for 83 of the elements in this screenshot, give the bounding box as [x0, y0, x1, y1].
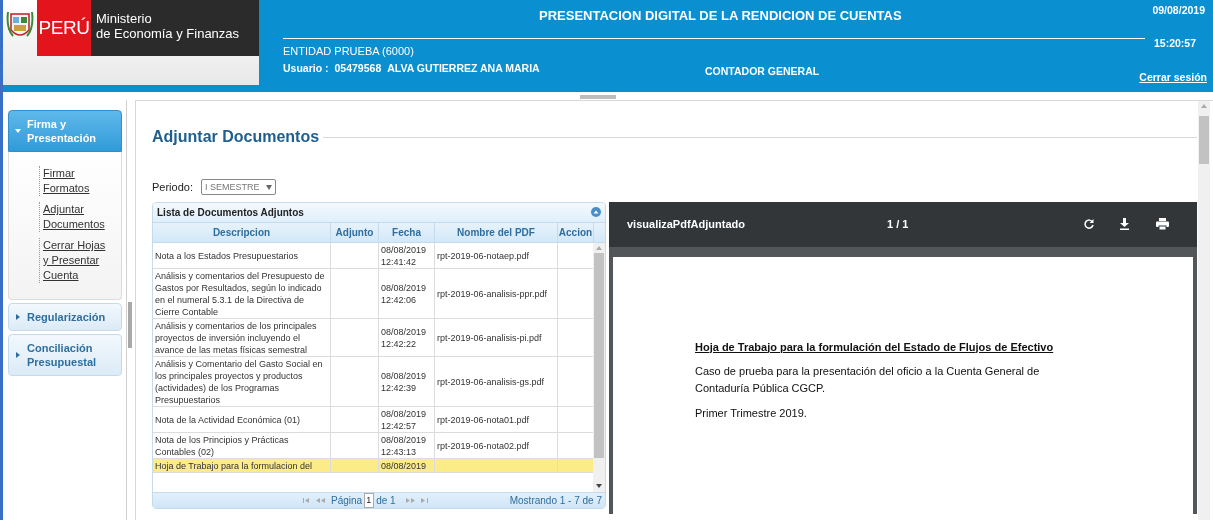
menu-section-header[interactable]: Regularización — [8, 303, 122, 331]
scroll-down-icon[interactable] — [596, 483, 602, 488]
scrollbar-thumb[interactable] — [1199, 116, 1209, 164]
splitter-handle[interactable] — [128, 302, 132, 348]
table-row[interactable]: Hoja de Trabajo para la formulacion del 08/08/2019 — [153, 459, 594, 474]
table-cell: rpt-2019-06-analisis-gs.pdf — [437, 375, 545, 388]
menu-link[interactable]: Adjuntar Documentos — [39, 202, 111, 232]
scroll-up-icon[interactable] — [596, 246, 602, 251]
last-page-icon[interactable] — [420, 497, 428, 503]
page-title: Adjuntar Documentos — [152, 127, 320, 147]
table-cell-text: 08/08/2019 12:43:13 — [381, 433, 428, 458]
print-icon[interactable] — [1156, 218, 1169, 230]
table-cell-text: Análisis y comentarios del Presupuesto de Gastos por Resultados, según lo indicado en el numeral 5.3.1 de la Directiva de Cierre Contable — [155, 269, 326, 318]
table-cell: rpt-2019-06-notaep.pdf — [437, 249, 530, 262]
table-row[interactable]: Análisis y comentarios de los principales proyectos de inversión incluyendo el avance de las metas físicas semestral 08/08/2019 12:42:22 rpt-2019-06-analisis-pi.pdf — [153, 319, 594, 358]
ministry-name: Ministerio — [96, 11, 152, 26]
table-cell: 08/08/2019 — [381, 459, 427, 472]
column-header[interactable]: Fecha — [379, 223, 435, 243]
grid-caption: Lista de Documentos Adjuntos — [157, 205, 304, 220]
scrollbar[interactable] — [593, 243, 605, 492]
caret-down-icon — [266, 184, 272, 190]
download-icon[interactable] — [1119, 218, 1130, 230]
document-heading: Hoja de Trabajo para la formulación del Estado de Flujos de Efectivo — [695, 339, 1054, 355]
table-cell-text: 08/08/2019 12:42:06 — [381, 281, 428, 306]
table-cell: rpt-2019-06-analisis-pi.pdf — [437, 331, 542, 344]
table-cell-text: 08/08/2019 12:42:39 — [381, 369, 428, 394]
column-header[interactable]: Nombre del PDF — [435, 223, 558, 243]
table-cell: Hoja de Trabajo para la formulacion del — [155, 459, 313, 472]
menu-section-header[interactable]: Conciliación Presupuestal — [8, 334, 122, 376]
table-cell: rpt-2019-06-nota02.pdf — [437, 439, 530, 452]
table-cell-text: 08/08/2019 12:42:22 — [381, 325, 428, 350]
table-cell-text: Análisis y Comentario del Gasto Social en los principales proyectos y productos (actividades) de los Programas Presupuestarios — [155, 357, 324, 406]
user-role: CONTADOR GENERAL — [705, 64, 820, 79]
page-input[interactable]: 1 — [364, 492, 375, 508]
menu-link[interactable]: Cerrar Hojas y Presentar Cuenta — [39, 238, 111, 283]
table-cell-text: 08/08/2019 12:41:42 — [381, 243, 428, 268]
next-page-icon[interactable] — [405, 497, 415, 503]
logout-link[interactable]: Cerrar sesión — [1139, 70, 1207, 86]
scroll-up-icon[interactable] — [1201, 104, 1207, 108]
table-row[interactable]: Análisis y Comentario del Gasto Social en los principales proyectos y productos (actividades) de los Programas Presupuestarios 08/08/2019 12:42:39 rpt-2019-06-analisis-gs.pdf — [153, 357, 594, 408]
page-label: Página — [331, 493, 363, 508]
table-row[interactable]: Nota a los Estados Presupuestarios 08/08/2019 12:41:42 rpt-2019-06-notaep.pdf — [153, 243, 594, 270]
collapse-icon[interactable] — [591, 207, 601, 218]
previous-page-icon[interactable] — [316, 497, 325, 503]
peru-badge: PERÚ — [37, 0, 91, 56]
table-cell: rpt-2019-06-nota01.pdf — [437, 413, 530, 426]
table-row[interactable]: Análisis y comentarios del Presupuesto de Gastos por Resultados, según lo indicado en el numeral 5.3.1 de la Directiva de Cierre Contable 08/08/2019 12:42:06 rpt-2019-06-analisis-ppr.pdf — [153, 269, 594, 320]
period-label: Periodo: — [152, 180, 193, 195]
document-paragraph: Primer Trimestre 2019. — [695, 406, 808, 421]
ministry-name: de Economía y Finanzas — [96, 26, 240, 41]
date-text: 09/08/2019 — [1152, 3, 1205, 18]
caret-right-icon — [15, 352, 21, 358]
rotate-icon[interactable] — [1083, 218, 1095, 230]
column-header[interactable]: Descripcion — [153, 223, 331, 243]
page-count: de 1 — [376, 493, 396, 508]
scrollbar-thumb[interactable] — [594, 253, 604, 459]
entity-name: ENTIDAD PRUEBA (6000) — [283, 44, 414, 59]
table-cell-text: 08/08/2019 12:42:57 — [381, 407, 428, 432]
caret-right-icon — [15, 314, 21, 320]
table-cell-text: Nota de los Principios y Prácticas Contables (02) — [155, 433, 290, 458]
time-text: 15:20:57 — [1153, 36, 1196, 51]
page-counter: 1 / 1 — [887, 216, 910, 232]
user-name: ALVA GUTIERREZ ANA MARIA — [387, 61, 540, 76]
splitter-handle[interactable] — [580, 95, 616, 99]
table-cell: Nota a los Estados Presupuestarios — [155, 249, 299, 262]
user-id: 05479568 — [334, 61, 382, 76]
table-row[interactable]: Nota de los Principios y Prácticas Contables (02) 08/08/2019 12:43:13 rpt-2019-06-nota02.pdf — [153, 433, 594, 460]
column-header[interactable]: Adjunto — [331, 223, 379, 243]
table-row[interactable]: Nota de la Actividad Económica (01) 08/08/2019 12:42:57 rpt-2019-06-nota01.pdf — [153, 407, 594, 434]
column-header[interactable]: Accion — [558, 223, 594, 243]
caret-down-icon — [15, 128, 21, 134]
pdf-title: visualizaPdfAdjuntado — [627, 216, 746, 232]
user-label: Usuario : — [283, 61, 329, 76]
menu-link[interactable]: Firmar Formatos — [39, 166, 111, 196]
app-title: PRESENTACION DIGITAL DE LA RENDICION DE CUENTAS — [539, 7, 902, 25]
document-paragraph: Caso de prueba para la presentación del oficio a la Cuenta General de Contaduría Pública CGCP. — [695, 364, 1041, 396]
table-cell: rpt-2019-06-analisis-ppr.pdf — [437, 287, 548, 300]
period-dropdown[interactable]: I SEMESTRE — [201, 179, 276, 196]
table-cell: Nota de la Actividad Económica (01) — [155, 413, 301, 426]
scrollbar[interactable] — [1198, 101, 1210, 520]
first-page-icon[interactable] — [303, 497, 310, 503]
table-cell-text: Análisis y comentarios de los principales proyectos de inversión incluyendo el avance de las metas físicas semestral — [155, 319, 318, 356]
record-summary: Mostrando 1 - 7 de 7 — [509, 493, 602, 508]
